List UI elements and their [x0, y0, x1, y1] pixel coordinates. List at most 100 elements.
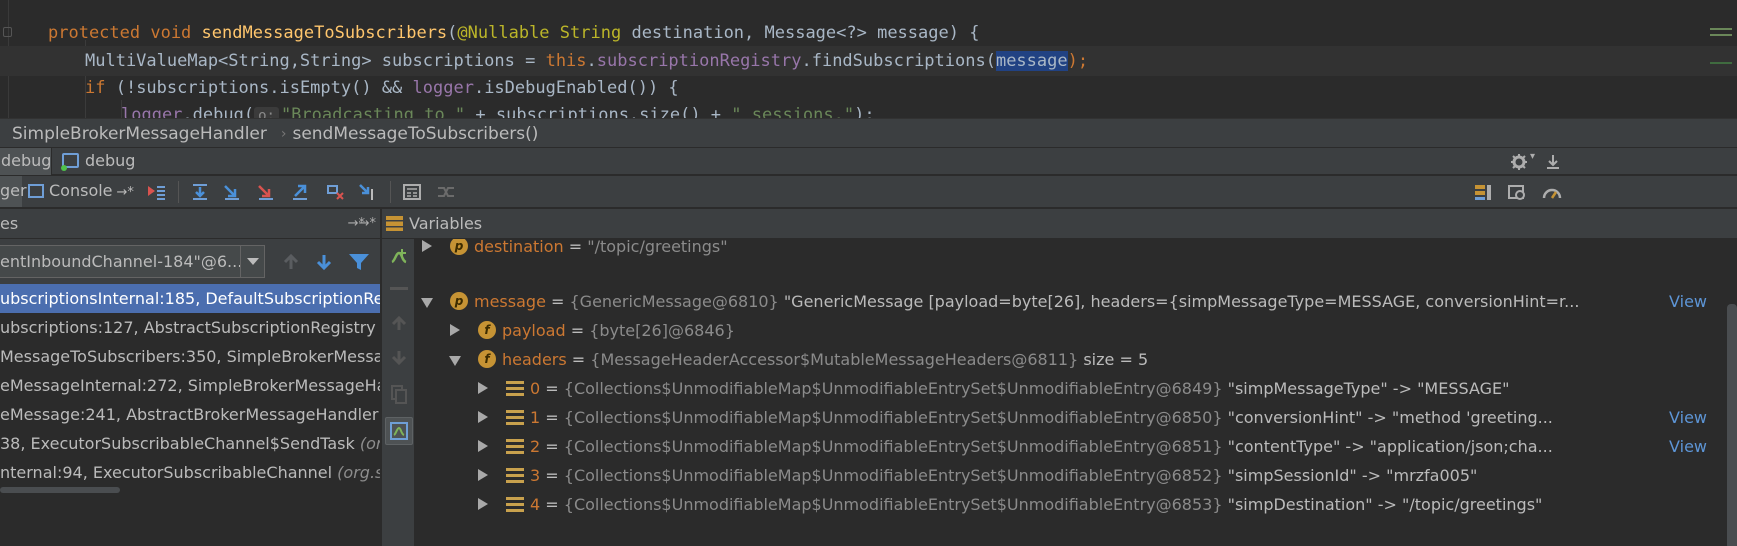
tab-console[interactable]: Console →* [28, 176, 134, 207]
debug-session-icon [61, 153, 79, 171]
breadcrumb-separator-icon: › [280, 125, 287, 142]
move-up-icon[interactable] [390, 314, 408, 332]
stripe-mark[interactable] [1710, 34, 1732, 36]
parameter-icon: p [450, 239, 468, 255]
watches-icon [390, 422, 408, 440]
thread-select[interactable]: entInboundChannel-184"@6... [0, 245, 265, 278]
memory-view-icon[interactable] [1507, 183, 1527, 201]
stripe-mark[interactable] [1710, 28, 1732, 30]
vertical-scrollbar[interactable] [1727, 304, 1737, 546]
code-line-1: protected void sendMessageToSubscribers(… [48, 23, 980, 43]
gear-icon[interactable] [1510, 153, 1530, 171]
arrow-down-icon[interactable] [314, 252, 334, 272]
expand-icon[interactable] [422, 240, 432, 252]
collapse-icon[interactable] [449, 356, 461, 366]
remove-watch-icon[interactable] [390, 287, 408, 290]
trace-stream-icon[interactable] [436, 183, 456, 201]
frames-title: es [0, 214, 19, 233]
field-icon: f [478, 321, 496, 339]
expand-icon[interactable] [450, 324, 460, 336]
expand-icon[interactable] [478, 382, 488, 394]
variables-side-toolbar [381, 239, 415, 546]
toolbar-separator [390, 181, 391, 203]
dropdown-arrow-icon[interactable]: ▾ [1530, 151, 1535, 162]
overhead-icon[interactable] [1542, 183, 1562, 201]
collapse-icon[interactable] [421, 298, 433, 308]
stack-frame[interactable]: ubscriptions:127, AbstractSubscriptionRe… [0, 313, 380, 342]
session-tab-debug-2[interactable]: debug [61, 148, 135, 175]
new-watch-icon[interactable] [389, 247, 409, 267]
entry-icon [506, 439, 524, 455]
parameter-icon: p [450, 292, 468, 310]
entry-icon [506, 410, 524, 426]
stack-frame[interactable]: 38, ExecutorSubscribableChannel$SendTask… [0, 429, 380, 458]
expand-icon[interactable] [478, 498, 488, 510]
entry-icon [506, 497, 524, 513]
code-line-2: MultiValueMap<String,String> subscriptio… [0, 46, 1737, 76]
breadcrumb-class[interactable]: SimpleBrokerMessageHandler [0, 124, 267, 144]
breadcrumb-method[interactable]: sendMessageToSubscribers() [292, 124, 538, 144]
evaluate-expression-icon[interactable] [402, 183, 422, 201]
copy-icon[interactable] [390, 384, 408, 404]
stack-frame[interactable]: nternal:94, ExecutorSubscribableChannel … [0, 458, 380, 487]
selected-text: message [995, 51, 1068, 71]
filter-icon[interactable] [348, 252, 370, 272]
variables-title: Variables [409, 214, 483, 233]
debug-toolbar: ger Console →* [0, 176, 1737, 208]
thread-selector-row: entInboundChannel-184"@6... [0, 239, 380, 285]
step-into-icon[interactable] [222, 183, 242, 201]
variables-tree[interactable]: p destination = "/topic/greetings" p mes… [416, 239, 1737, 546]
code-line-3: if (!subscriptions.isEmpty() && logger.i… [85, 78, 679, 98]
view-link[interactable]: View [1669, 287, 1707, 316]
stack-frame[interactable]: eMessage:241, AbstractBrokerMessageHandl… [0, 400, 380, 429]
session-tab-debug-1[interactable]: debug [0, 148, 52, 175]
variable-row[interactable]: 3 = {Collections$UnmodifiableMap$Unmodif… [416, 461, 1716, 490]
show-watches-toggle[interactable] [385, 417, 413, 445]
stack-frame[interactable]: eMessageInternal:272, SimpleBrokerMessag… [0, 371, 380, 400]
entry-icon [506, 381, 524, 397]
variables-panel-header: Variables →* [348, 209, 1737, 239]
tab-debugger[interactable]: ger [0, 176, 27, 207]
force-step-into-icon[interactable] [256, 183, 276, 201]
error-stripe[interactable] [1707, 0, 1737, 128]
variable-row[interactable]: p message = {GenericMessage@6810} "Gener… [416, 287, 1726, 316]
run-to-cursor-icon[interactable] [358, 183, 378, 201]
stack-frame[interactable]: ubscriptionsInternal:185, DefaultSubscri… [0, 284, 380, 313]
step-out-icon[interactable] [290, 183, 310, 201]
horizontal-scrollbar[interactable] [0, 487, 120, 493]
view-link[interactable]: View [1669, 403, 1707, 432]
frames-panel: entInboundChannel-184"@6... ubscriptions… [0, 239, 380, 546]
step-over-icon[interactable] [190, 183, 210, 201]
chevron-down-icon[interactable] [240, 246, 264, 277]
restore-layout-icon[interactable] [1473, 183, 1493, 201]
arrow-up-icon[interactable] [281, 252, 301, 272]
variable-row[interactable]: 2 = {Collections$UnmodifiableMap$Unmodif… [416, 432, 1716, 461]
stack-frame[interactable]: MessageToSubscribers:350, SimpleBrokerMe… [0, 342, 380, 371]
variable-row[interactable]: 4 = {Collections$UnmodifiableMap$Unmodif… [416, 490, 1716, 519]
frames-panel-header: es →* [0, 209, 380, 239]
stripe-mark[interactable] [1710, 62, 1732, 64]
variables-icon [386, 216, 403, 231]
variable-row[interactable]: p destination = "/topic/greetings" [416, 239, 1716, 261]
show-execution-point-icon[interactable] [146, 183, 166, 201]
field-icon: f [478, 350, 496, 368]
fold-marker-icon[interactable] [3, 27, 12, 37]
variable-row[interactable]: f payload = {byte[26]@6846} [416, 316, 1716, 345]
breadcrumb: SimpleBrokerMessageHandler › sendMessage… [0, 118, 1737, 148]
move-down-icon[interactable] [390, 349, 408, 367]
entry-icon [506, 468, 524, 484]
view-link[interactable]: View [1669, 432, 1707, 461]
console-icon [28, 184, 44, 198]
debug-sessions-bar: debug debug ▾ [0, 147, 1737, 175]
expand-icon[interactable] [478, 469, 488, 481]
drop-frame-icon[interactable] [325, 183, 345, 201]
pin-icon[interactable]: →* [348, 209, 365, 239]
toolbar-separator [178, 181, 179, 203]
expand-icon[interactable] [478, 440, 488, 452]
variable-row[interactable]: 0 = {Collections$UnmodifiableMap$Unmodif… [416, 374, 1716, 403]
hide-panel-icon[interactable] [1546, 153, 1560, 171]
code-editor[interactable]: protected void sendMessageToSubscribers(… [0, 0, 1737, 128]
variable-row[interactable]: f headers = {MessageHeaderAccessor$Mutab… [416, 345, 1716, 374]
variable-row[interactable]: 1 = {Collections$UnmodifiableMap$Unmodif… [416, 403, 1716, 432]
expand-icon[interactable] [478, 411, 488, 423]
